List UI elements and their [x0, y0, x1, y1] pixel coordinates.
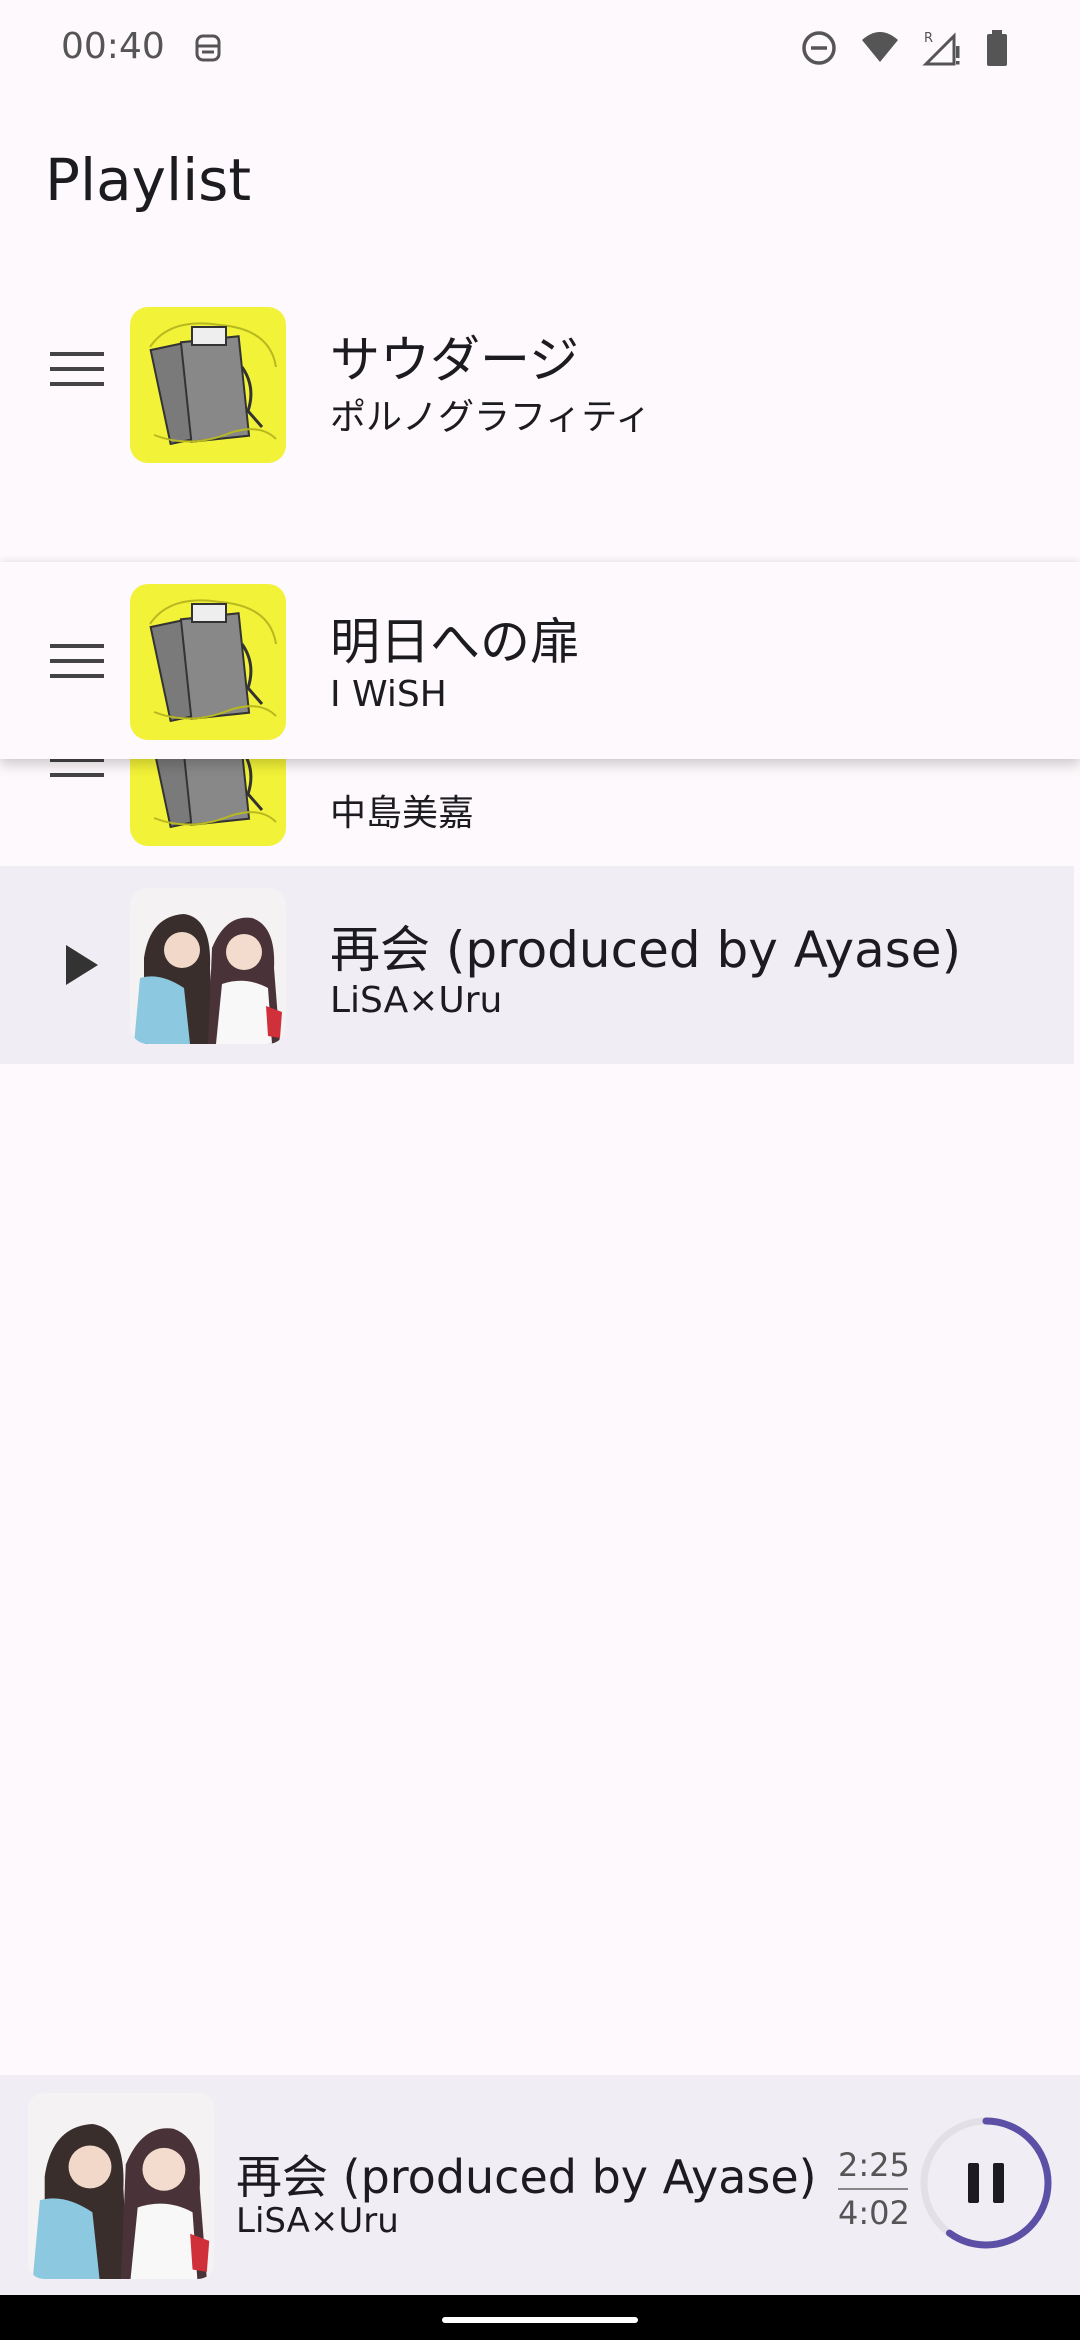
playlist-screen: 00:40 R Playlist サウダージ ポルノグラフィティ 中島美嘉 明日…: [0, 0, 1080, 2340]
track-artist: 中島美嘉: [330, 793, 475, 834]
track-artist: LiSA×Uru: [330, 980, 503, 1021]
elapsed-time: 2:25: [838, 2146, 910, 2184]
status-time: 00:40: [61, 26, 165, 67]
drag-handle-icon[interactable]: [50, 642, 104, 680]
drag-handle-icon[interactable]: [50, 350, 104, 388]
wifi-icon: [862, 32, 898, 62]
signal-icon: R: [922, 31, 960, 66]
pause-button[interactable]: [918, 2115, 1054, 2251]
navigation-bar: [0, 2295, 1080, 2340]
mini-player-artist: LiSA×Uru: [236, 2201, 399, 2241]
battery-icon: [987, 30, 1007, 66]
drag-handle-icon[interactable]: [50, 756, 104, 794]
signal-badge: R: [924, 31, 933, 46]
mini-player[interactable]: 再会 (produced by Ayase) LiSA×Uru 2:25 4:0…: [0, 2075, 1080, 2295]
home-gesture-handle[interactable]: [442, 2317, 638, 2323]
track-title: 再会 (produced by Ayase): [330, 921, 962, 979]
album-art: [130, 584, 286, 740]
track-artist: ポルノグラフィティ: [330, 397, 652, 438]
album-art: [130, 888, 286, 1044]
album-art: [130, 307, 286, 463]
face-icon: [195, 34, 221, 62]
play-indicator-icon: [66, 945, 98, 985]
track-title: サウダージ: [330, 331, 579, 389]
playlist-item[interactable]: サウダージ ポルノグラフィティ: [0, 270, 1080, 470]
dnd-icon: [802, 31, 836, 65]
playlist-item-dragging[interactable]: 明日への扉 I WiSH: [0, 562, 1080, 759]
status-icons: R: [800, 28, 1010, 68]
pause-icon: [968, 2163, 1004, 2203]
mini-player-title: 再会 (produced by Ayase): [236, 2150, 817, 2204]
playlist-item-playing[interactable]: 再会 (produced by Ayase) LiSA×Uru: [0, 866, 1074, 1064]
track-title: 明日への扉: [330, 613, 580, 671]
mini-player-album-art: [28, 2093, 214, 2279]
status-bar: 00:40 R: [0, 0, 1080, 100]
mini-player-time: 2:25 4:02: [838, 2143, 910, 2235]
track-artist: I WiSH: [330, 674, 447, 715]
time-divider: [838, 2188, 908, 2190]
page-title: Playlist: [45, 146, 252, 214]
duration-time: 4:02: [838, 2194, 910, 2232]
